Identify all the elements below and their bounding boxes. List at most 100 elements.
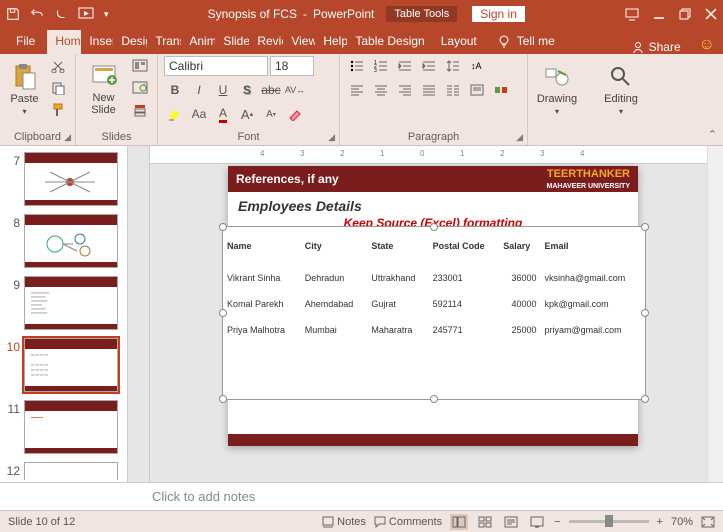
collapse-ribbon-icon[interactable]: ⌃ (708, 128, 717, 141)
feedback-emoji-icon[interactable]: ☺ (699, 36, 715, 54)
dialog-launcher-icon[interactable]: ◢ (328, 132, 335, 143)
bullets-icon[interactable] (346, 56, 368, 76)
notes-toggle[interactable]: Notes (322, 516, 366, 528)
indent-dec-icon[interactable] (394, 56, 416, 76)
tab-transitions[interactable]: Transitions (147, 30, 181, 54)
comments-toggle[interactable]: Comments (374, 516, 442, 528)
slideshow-view-icon[interactable] (528, 514, 546, 530)
resize-handle[interactable] (219, 223, 227, 231)
align-right-icon[interactable] (394, 80, 416, 100)
tab-animations[interactable]: Animations (181, 30, 215, 54)
thumb-10[interactable]: 10━━ ━━ ━━ ━━━━ ━━ ━━ ━━━━ ━━ ━━ ━━━━ ━━… (0, 336, 127, 398)
tab-view[interactable]: View (283, 30, 315, 54)
share-button[interactable]: Share (631, 40, 689, 54)
align-text-icon[interactable] (466, 80, 488, 100)
strike-icon[interactable]: abc (260, 80, 282, 100)
dialog-launcher-icon[interactable]: ◢ (516, 132, 523, 143)
zoom-slider[interactable] (569, 520, 649, 523)
clear-format-icon[interactable] (284, 104, 306, 124)
tell-me[interactable]: Tell me (489, 30, 563, 54)
thumb-7[interactable]: 7 (0, 150, 127, 212)
tab-design[interactable]: Design (113, 30, 147, 54)
slide-counter: Slide 10 of 12 (8, 516, 75, 528)
resize-handle[interactable] (641, 223, 649, 231)
font-name-select[interactable] (164, 56, 268, 76)
close-icon[interactable] (705, 8, 717, 20)
reset-icon[interactable] (129, 78, 151, 98)
line-spacing-icon[interactable] (442, 56, 464, 76)
tab-table-design[interactable]: Table Design (347, 30, 432, 54)
resize-handle[interactable] (641, 309, 649, 317)
vertical-scrollbar[interactable] (707, 146, 723, 482)
resize-handle[interactable] (430, 223, 438, 231)
notes-pane[interactable]: Click to add notes (0, 482, 723, 510)
table-row: Vikrant SinhaDehradunUttrakhand233001360… (223, 265, 645, 291)
smartart-icon[interactable] (490, 80, 512, 100)
tab-help[interactable]: Help (315, 30, 347, 54)
tab-insert[interactable]: Insert (81, 30, 113, 54)
minimize-icon[interactable] (653, 8, 665, 20)
restore-icon[interactable] (679, 8, 691, 20)
tab-slideshow[interactable]: Slide Show (215, 30, 249, 54)
text-direction-icon[interactable]: ↕A (466, 56, 488, 76)
thumb-9[interactable]: 9━━━━━━━━━━━━━━━━━━━━━━━━━━━━━━━━━━━━━━━… (0, 274, 127, 336)
start-from-beginning-icon[interactable] (78, 7, 94, 21)
dialog-launcher-icon[interactable]: ◢ (64, 132, 71, 143)
indent-inc-icon[interactable] (418, 56, 440, 76)
reading-view-icon[interactable] (502, 514, 520, 530)
format-painter-icon[interactable] (47, 100, 69, 120)
italic-icon[interactable]: I (188, 80, 210, 100)
redo-icon[interactable] (54, 7, 68, 21)
sign-in-button[interactable]: Sign in (471, 5, 526, 23)
undo-icon[interactable] (30, 7, 44, 21)
resize-handle[interactable] (430, 395, 438, 403)
copy-icon[interactable] (47, 78, 69, 98)
save-icon[interactable] (6, 7, 20, 21)
underline-icon[interactable]: U (212, 80, 234, 100)
numbering-icon[interactable]: 123 (370, 56, 392, 76)
fit-to-window-icon[interactable] (701, 516, 715, 528)
cut-icon[interactable] (47, 56, 69, 76)
section-icon[interactable] (129, 100, 151, 120)
spacing-icon[interactable]: AV↔ (284, 80, 306, 100)
font-size-select[interactable] (270, 56, 314, 76)
thumb-11[interactable]: 11━━━━━ (0, 398, 127, 460)
zoom-in-icon[interactable]: + (657, 516, 663, 528)
tab-layout[interactable]: Layout (433, 30, 485, 54)
comments-icon (374, 516, 386, 528)
align-center-icon[interactable] (370, 80, 392, 100)
thumb-12[interactable]: 12 (0, 460, 127, 480)
notes-icon (322, 516, 334, 528)
grow-font-icon[interactable]: A▴ (236, 104, 258, 124)
highlight-icon[interactable] (164, 104, 186, 124)
window-title: Synopsis of FCS-PowerPoint Table Tools S… (109, 5, 625, 23)
editing-button[interactable]: Editing▾ (598, 56, 644, 122)
selected-table[interactable]: NameCityStatePostal CodeSalaryEmail Vikr… (222, 226, 646, 400)
resize-handle[interactable] (219, 395, 227, 403)
group-drawing: Drawing▾ (528, 54, 592, 145)
new-slide-button[interactable]: New Slide (82, 56, 125, 122)
table-header-row: NameCityStatePostal CodeSalaryEmail (223, 227, 645, 265)
paste-button[interactable]: Paste▾ (6, 56, 43, 122)
justify-icon[interactable] (418, 80, 440, 100)
shadow-icon[interactable]: S (236, 80, 258, 100)
zoom-level[interactable]: 70% (671, 516, 693, 528)
columns-icon[interactable] (442, 80, 464, 100)
bold-icon[interactable]: B (164, 80, 186, 100)
tab-file[interactable]: File (4, 30, 47, 54)
thumb-8[interactable]: 8 (0, 212, 127, 274)
layout-icon[interactable] (129, 56, 151, 76)
resize-handle[interactable] (641, 395, 649, 403)
sorter-view-icon[interactable] (476, 514, 494, 530)
shrink-font-icon[interactable]: A▾ (260, 104, 282, 124)
tab-home[interactable]: Home (47, 30, 81, 54)
tab-review[interactable]: Review (249, 30, 283, 54)
drawing-button[interactable]: Drawing▾ (534, 56, 580, 122)
font-color-icon[interactable]: A (212, 104, 234, 124)
ribbon-options-icon[interactable] (625, 7, 639, 21)
change-case-icon[interactable]: Aa (188, 104, 210, 124)
normal-view-icon[interactable] (450, 514, 468, 530)
zoom-out-icon[interactable]: − (554, 516, 560, 528)
align-left-icon[interactable] (346, 80, 368, 100)
resize-handle[interactable] (219, 309, 227, 317)
